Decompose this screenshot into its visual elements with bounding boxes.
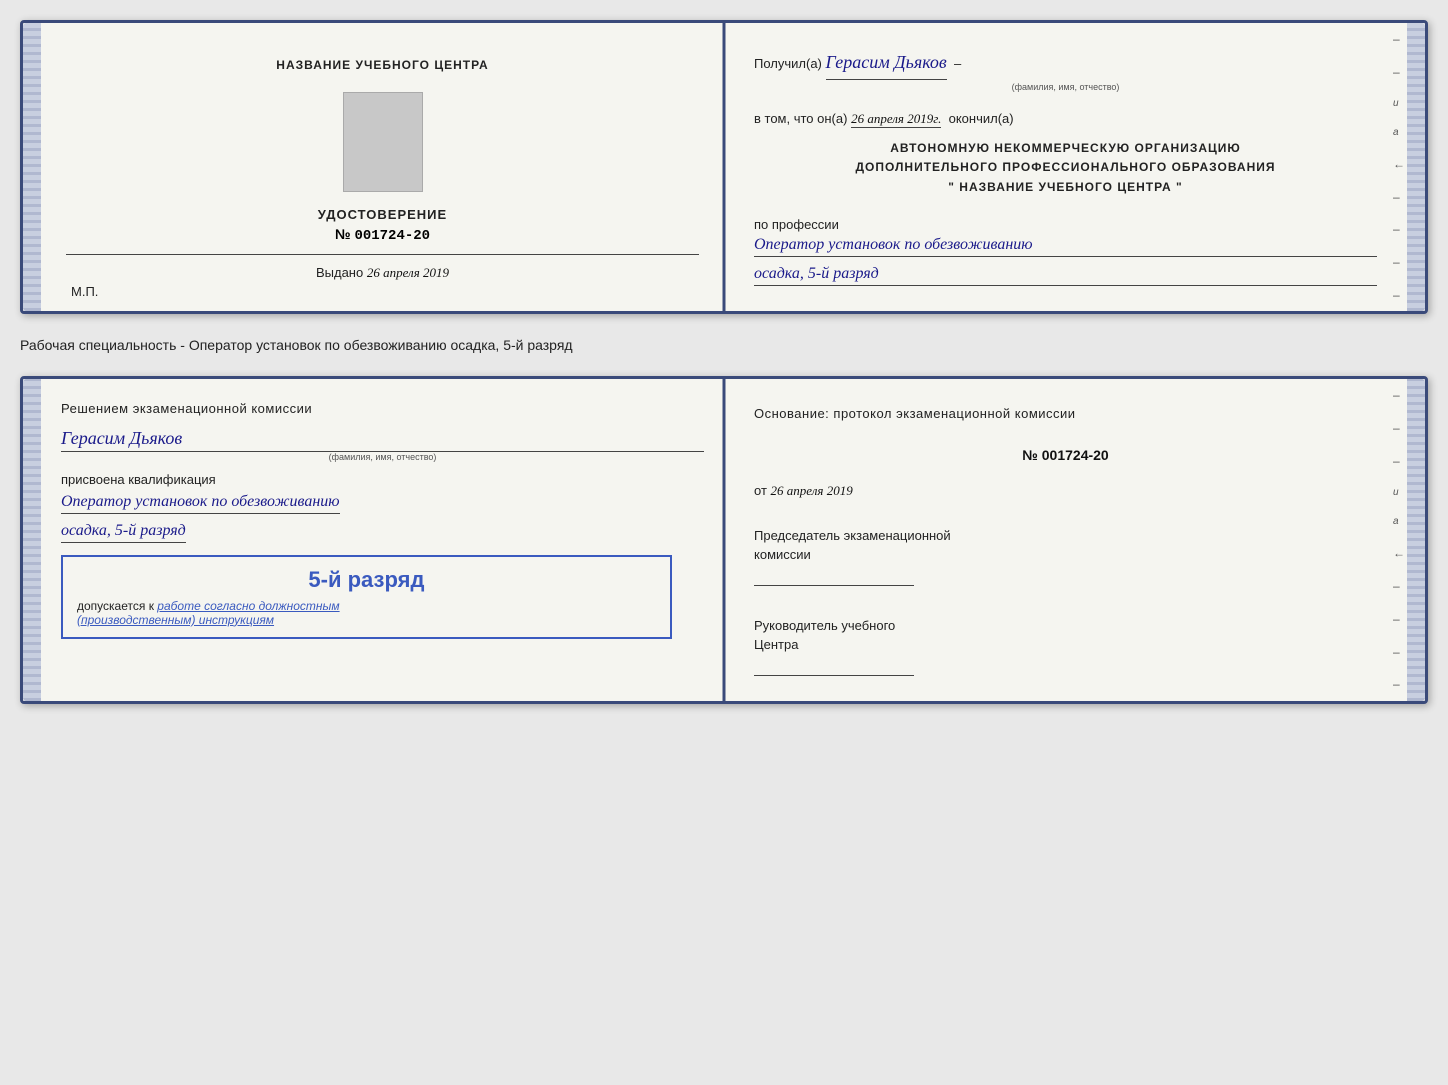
org-name-header: НАЗВАНИЕ УЧЕБНОГО ЦЕНТРА (276, 58, 488, 72)
completion-date: 26 апреля 2019г. (851, 111, 941, 128)
cert-inner-top: НАЗВАНИЕ УЧЕБНОГО ЦЕНТРА УДОСТОВЕРЕНИЕ №… (41, 23, 1407, 311)
stamp-rank-text: 5-й разряд (77, 567, 656, 593)
bottom-edge-label-i: и (1393, 487, 1405, 498)
issued-date: 26 апреля 2019 (367, 265, 449, 280)
basis-number-value: 001724-20 (1042, 447, 1109, 463)
edge-dash-5: – (1393, 222, 1405, 236)
issued-label: Выдано 26 апреля 2019 (316, 265, 449, 281)
edge-dash-7: – (1393, 288, 1405, 302)
in-that-line: в том, что он(а) 26 апреля 2019г. окончи… (754, 111, 1377, 127)
stamp-allowed-text: допускается к работе согласно должностны… (77, 599, 656, 627)
basis-date-prefix: от (754, 483, 767, 498)
qual-profession: Оператор установок по обезвоживанию (61, 493, 340, 514)
profession-line: по профессии Оператор установок по обезв… (754, 217, 1377, 286)
spine-left-bottom (23, 379, 41, 701)
basis-number: № 001724-20 (754, 447, 1377, 463)
bottom-person-label: (фамилия, имя, отчество) (61, 452, 704, 462)
chairman-label-line1: Председатель экзаменационной (754, 526, 1377, 546)
received-prefix: Получил(а) (754, 56, 822, 71)
top-cert-left: НАЗВАНИЕ УЧЕБНОГО ЦЕНТРА УДОСТОВЕРЕНИЕ №… (41, 23, 724, 311)
description-line: Рабочая специальность - Оператор установ… (20, 332, 1428, 358)
recipient-name: Герасим Дьяков (826, 48, 947, 80)
bottom-edge-dash-1: – (1393, 388, 1405, 402)
director-signature-line (754, 675, 914, 676)
bottom-edge-dash-4: ← (1393, 546, 1405, 560)
allowed-italic: (производственным) инструкциям (77, 613, 274, 627)
director-label-line2: Центра (754, 635, 1377, 655)
profession-label: по профессии (754, 217, 839, 232)
bottom-edge-label-a: а (1393, 516, 1405, 527)
cert-title: УДОСТОВЕРЕНИЕ (318, 207, 447, 222)
top-cert-right: Получил(а) Герасим Дьяков – (фамилия, им… (724, 23, 1407, 311)
bottom-edge-dash-6: – (1393, 612, 1405, 626)
photo-placeholder (343, 92, 423, 192)
edge-dash-2: – (1393, 65, 1405, 79)
edge-label-i: и (1393, 98, 1405, 109)
bottom-person-name: Герасим Дьяков (61, 428, 704, 452)
right-edge-markers-bottom: – – – и а ← – – – – (1393, 379, 1405, 701)
stamp-box: 5-й разряд допускается к работе согласно… (61, 555, 672, 639)
divider-line-1 (66, 254, 699, 255)
spine-left (23, 23, 41, 311)
right-edge-markers: – – и а ← – – – – (1393, 23, 1405, 311)
basis-date-value: 26 апреля 2019 (771, 483, 853, 498)
bottom-edge-dash-5: – (1393, 579, 1405, 593)
assigned-qual-label: присвоена квалификация (61, 472, 216, 487)
org-line3: " НАЗВАНИЕ УЧЕБНОГО ЦЕНТРА " (754, 178, 1377, 197)
director-label-line1: Руководитель учебного (754, 616, 1377, 636)
edge-label-a: а (1393, 127, 1405, 138)
in-that-text: в том, что он(а) (754, 111, 847, 126)
chairman-block: Председатель экзаменационной комиссии (754, 526, 1377, 586)
spine-right-bottom (1407, 379, 1425, 701)
bottom-edge-dash-3: – (1393, 454, 1405, 468)
cert-number: № 001724-20 (335, 226, 430, 244)
bottom-certificate: Решением экзаменационной комиссии Гераси… (20, 376, 1428, 704)
top-certificate: НАЗВАНИЕ УЧЕБНОГО ЦЕНТРА УДОСТОВЕРЕНИЕ №… (20, 20, 1428, 314)
spine-right-top (1407, 23, 1425, 311)
qual-rank: осадка, 5-й разряд (61, 522, 186, 543)
basis-number-prefix: № (1022, 447, 1038, 463)
edge-dash-6: – (1393, 255, 1405, 269)
edge-dash-3: ← (1393, 157, 1405, 171)
org-block: АВТОНОМНУЮ НЕКОММЕРЧЕСКУЮ ОРГАНИЗАЦИЮ ДО… (754, 139, 1377, 197)
bottom-edge-dash-8: – (1393, 677, 1405, 691)
bottom-edge-dash-7: – (1393, 645, 1405, 659)
basis-title: Основание: протокол экзаменационной коми… (754, 404, 1377, 425)
basis-date: от 26 апреля 2019 (754, 483, 1377, 499)
received-line: Получил(а) Герасим Дьяков – (фамилия, им… (754, 48, 1377, 94)
org-line2: ДОПОЛНИТЕЛЬНОГО ПРОФЕССИОНАЛЬНОГО ОБРАЗО… (754, 158, 1377, 177)
org-line1: АВТОНОМНУЮ НЕКОММЕРЧЕСКУЮ ОРГАНИЗАЦИЮ (754, 139, 1377, 158)
bottom-cert-right: Основание: протокол экзаменационной коми… (724, 379, 1407, 701)
page-wrapper: НАЗВАНИЕ УЧЕБНОГО ЦЕНТРА УДОСТОВЕРЕНИЕ №… (20, 20, 1428, 704)
chairman-label-line2: комиссии (754, 545, 1377, 565)
mp-label: М.П. (71, 284, 98, 299)
allowed-underline: работе согласно должностным (157, 599, 339, 613)
cert-number-value: 001724-20 (354, 228, 430, 244)
allowed-text: допускается к (77, 599, 154, 613)
chairman-signature-line (754, 585, 914, 586)
recipient-label: (фамилия, имя, отчество) (754, 80, 1377, 94)
bottom-cert-left: Решением экзаменационной комиссии Гераси… (41, 379, 724, 701)
decision-title: Решением экзаменационной комиссии (61, 399, 312, 420)
edge-dash-1: – (1393, 32, 1405, 46)
bottom-edge-dash-2: – (1393, 421, 1405, 435)
issued-text: Выдано (316, 265, 363, 280)
completed-label: окончил(а) (949, 111, 1014, 126)
profession-value: Оператор установок по обезвоживанию (754, 236, 1377, 257)
cert-number-prefix: № (335, 226, 351, 242)
cert-inner-bottom: Решением экзаменационной комиссии Гераси… (41, 379, 1407, 701)
rank-value: осадка, 5-й разряд (754, 265, 1377, 286)
director-block: Руководитель учебного Центра (754, 616, 1377, 676)
edge-dash-4: – (1393, 190, 1405, 204)
